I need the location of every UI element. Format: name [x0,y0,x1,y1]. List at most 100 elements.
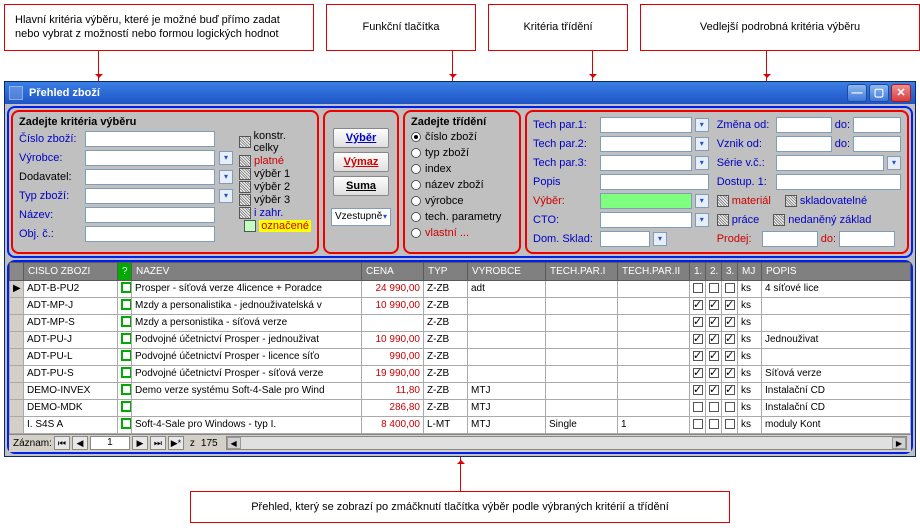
tristate-v2[interactable] [239,181,251,193]
table-row[interactable]: DEMO-INVEXDemo verze systému Soft-4-Sale… [10,382,911,399]
column-header[interactable] [10,262,24,280]
column-header[interactable]: VYROBCE [468,262,546,280]
sort-radio[interactable] [411,132,421,142]
record-current[interactable]: 1 [90,436,130,450]
input-supplier[interactable] [85,169,215,185]
table-row[interactable]: ADT-PU-JPodvojné účetnictví Prosper - je… [10,331,911,348]
tristate-prace[interactable] [717,214,729,226]
cell-type: Z-ZB [424,382,468,399]
sort-radio[interactable] [411,148,421,158]
input-zmena-to[interactable] [853,117,901,133]
label-sklad: skladovatelné [800,195,867,207]
column-header[interactable]: POPIS [762,262,911,280]
column-header[interactable]: TECH.PAR.II [618,262,690,280]
tristate-material[interactable] [717,195,729,207]
cell-mark [118,382,132,399]
column-header[interactable]: MJ [738,262,762,280]
tristate-izahr[interactable] [239,207,251,219]
cell-name [132,399,362,416]
cell-code: ADT-MP-J [24,297,118,314]
chevron-down-icon[interactable]: ▾ [219,189,233,203]
chevron-down-icon[interactable]: ▾ [653,232,667,246]
label-domsklad: Dom. Sklad: [533,233,597,245]
tristate-v3[interactable] [239,194,251,206]
record-next-button[interactable]: ▶ [132,436,148,450]
table-row[interactable]: ADT-MP-SMzdy a personistika - síťová ver… [10,314,911,331]
suma-button[interactable]: Suma [333,176,389,196]
input-type[interactable] [85,188,215,204]
input-objc[interactable] [85,226,215,242]
cell-desc: Jednouživat [762,331,911,348]
vyber-button[interactable]: Výběr [333,128,389,148]
record-first-button[interactable]: ⏮ [54,436,70,450]
tristate-sklad[interactable] [785,195,797,207]
cell-tp2 [618,382,690,399]
input-tp2[interactable] [600,136,692,152]
vymaz-button[interactable]: Výmaz [333,152,389,172]
sort-radio[interactable] [411,180,421,190]
record-new-button[interactable]: ▶* [168,436,184,450]
input-vyber[interactable] [600,193,692,209]
input-prodej-from[interactable] [762,231,818,247]
column-header[interactable]: 3. [722,262,738,280]
input-vendor[interactable] [85,150,215,166]
input-prodej-to[interactable] [839,231,895,247]
input-tp1[interactable] [600,117,692,133]
input-domsklad[interactable] [600,231,650,247]
chevron-down-icon[interactable]: ▾ [695,213,709,227]
column-header[interactable]: TYP [424,262,468,280]
close-button[interactable]: ✕ [891,84,911,102]
sort-radio[interactable] [411,228,421,238]
cell-unit: ks [738,297,762,314]
input-cto[interactable] [600,212,692,228]
cell-chk2 [706,399,722,416]
minimize-button[interactable]: — [847,84,867,102]
table-row[interactable]: ADT-MP-JMzdy a personalistika - jednouži… [10,297,911,314]
chevron-down-icon[interactable]: ▾ [695,156,709,170]
tristate-v1[interactable] [239,168,251,180]
column-header[interactable]: 2. [706,262,722,280]
titlebar[interactable]: Přehled zboží — ▢ ✕ [5,82,915,104]
maximize-button[interactable]: ▢ [869,84,889,102]
input-popis[interactable] [600,174,709,190]
input-dostup[interactable] [776,174,901,190]
column-header[interactable]: ? [118,262,132,280]
label-zmena: Změna od: [717,119,773,131]
chevron-down-icon[interactable]: ▾ [219,151,233,165]
table-row[interactable]: I. S4S ASoft-4-Sale pro Windows - typ I.… [10,416,911,433]
chevron-down-icon[interactable]: ▾ [695,118,709,132]
column-header[interactable]: CENA [362,262,424,280]
column-header[interactable]: 1. [690,262,706,280]
tristate-oznacene[interactable] [244,220,256,232]
table-row[interactable]: DEMO-MDK286,80Z-ZBMTJksInstalační CD [10,399,911,416]
sort-radio[interactable] [411,212,421,222]
sort-direction-select[interactable]: Vzestupně▾ [331,208,391,226]
table-row[interactable]: ▶ADT-B-PU2Prosper - síťová verze 4licenc… [10,280,911,297]
chevron-down-icon[interactable]: ▾ [695,194,709,208]
tristate-platne[interactable] [239,155,251,167]
record-prev-button[interactable]: ◀ [72,436,88,450]
cell-chk3 [722,314,738,331]
tristate-nedan[interactable] [773,214,785,226]
chevron-down-icon[interactable]: ▾ [887,156,901,170]
sort-radio[interactable] [411,164,421,174]
input-code[interactable] [85,131,215,147]
tristate-konstr[interactable] [239,136,251,148]
horizontal-scrollbar[interactable]: ◀▶ [226,436,907,450]
input-serie[interactable] [776,155,884,171]
column-header[interactable]: TECH.PAR.I [546,262,618,280]
column-header[interactable]: CISLO ZBOZI [24,262,118,280]
input-vznik-to[interactable] [853,136,901,152]
input-zmena-from[interactable] [776,117,832,133]
chevron-down-icon[interactable]: ▾ [219,170,233,184]
chevron-down-icon[interactable]: ▾ [695,137,709,151]
sort-radio[interactable] [411,196,421,206]
input-tp3[interactable] [600,155,692,171]
record-last-button[interactable]: ⏭ [150,436,166,450]
table-row[interactable]: ADT-PU-SPodvojné účetnictví Prosper - sí… [10,365,911,382]
table-row[interactable]: ADT-PU-LPodvojné účetnictví Prosper - li… [10,348,911,365]
label-tp2: Tech par.2: [533,138,597,150]
input-vznik-from[interactable] [776,136,832,152]
column-header[interactable]: NAZEV [132,262,362,280]
input-name[interactable] [85,207,215,223]
